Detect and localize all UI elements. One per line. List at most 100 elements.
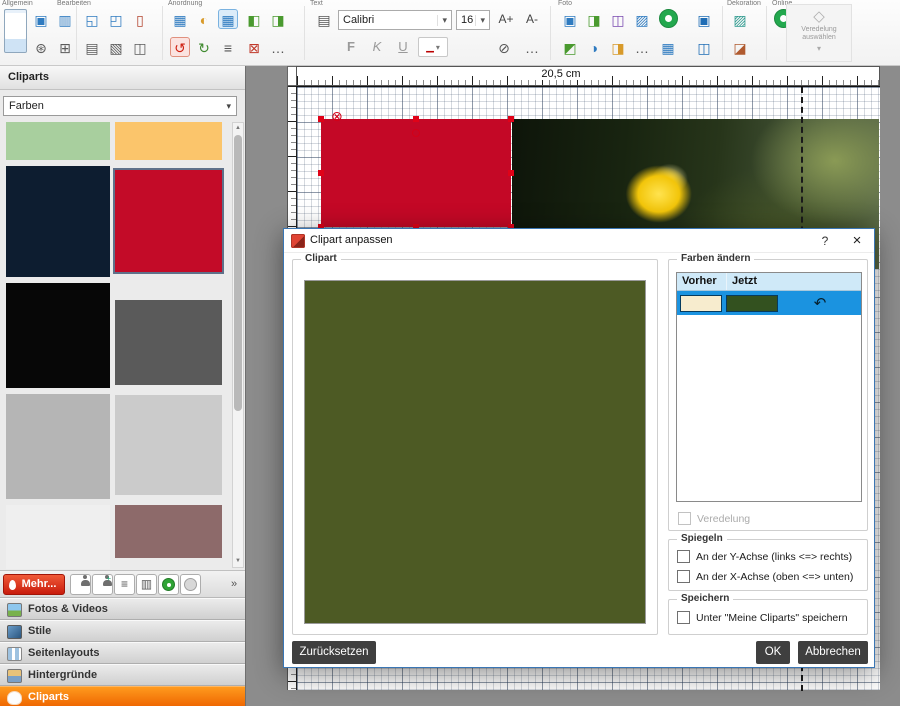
mirror-x-checkbox[interactable]: An der X-Achse (oben <=> unten): [677, 570, 853, 583]
sidebar-item-hintergruende[interactable]: Hintergründe: [0, 664, 245, 686]
transform-icon[interactable]: ◐: [194, 9, 214, 29]
undo-color-icon[interactable]: ↶: [782, 291, 858, 315]
more-options-icon[interactable]: …: [268, 37, 288, 57]
photo-tint-icon[interactable]: ◨: [608, 37, 628, 57]
resize-handle[interactable]: [508, 170, 514, 176]
scrollbar-thumb[interactable]: [234, 135, 242, 411]
add-page-icon[interactable]: ▣: [31, 9, 51, 29]
duplicate-icon[interactable]: ◰: [106, 9, 126, 29]
ok-button[interactable]: OK: [756, 641, 790, 664]
clipart-swatch-light-gray[interactable]: [115, 395, 222, 495]
veredelung-picker[interactable]: ◇ Veredelung auswählen ▾: [786, 4, 852, 62]
resize-handle[interactable]: [413, 116, 419, 122]
clipart-swatch-dark-navy[interactable]: [6, 166, 110, 277]
clipart-category-select[interactable]: Farben ▾: [3, 96, 237, 116]
column-view-button[interactable]: ▥: [136, 574, 157, 595]
clipart-swatch-light-green[interactable]: [6, 122, 110, 160]
clipart-swatch-orange[interactable]: [115, 122, 222, 160]
resize-handle[interactable]: [318, 170, 324, 176]
grid-toggle-icon[interactable]: ▦: [218, 9, 238, 29]
text-frame-icon[interactable]: ▤: [314, 9, 334, 29]
checkbox-box[interactable]: [677, 550, 690, 563]
no-style-icon[interactable]: ⊘: [494, 37, 514, 57]
ornament-icon[interactable]: ◪: [730, 37, 750, 57]
undo-icon[interactable]: ↺: [170, 37, 190, 57]
underline-button[interactable]: U: [392, 37, 414, 57]
checkbox-box[interactable]: [678, 512, 691, 525]
settings-gear-icon[interactable]: ⊛: [31, 37, 51, 57]
font-color-picker[interactable]: ▁ ▾: [418, 37, 448, 57]
color-row-selected[interactable]: ↶: [677, 291, 861, 315]
mirror-y-checkbox[interactable]: An der Y-Achse (links <=> rechts): [677, 550, 852, 563]
more-text-options-icon[interactable]: …: [522, 37, 542, 57]
delete-object-icon[interactable]: ⊠: [244, 37, 264, 57]
sidebar-item-seitenlayouts[interactable]: Seitenlayouts: [0, 642, 245, 664]
trash-icon[interactable]: ▯: [130, 9, 150, 29]
more-cliparts-button[interactable]: Mehr...: [3, 574, 65, 595]
selected-clipart-rect[interactable]: ⊗: [321, 119, 511, 227]
photo-edit-icon[interactable]: ◩: [560, 37, 580, 57]
pages-icon[interactable]: ▥: [55, 9, 75, 29]
resize-handle[interactable]: [318, 116, 324, 122]
clipboard-icon[interactable]: ▧: [106, 37, 126, 57]
more-photo-options-icon[interactable]: …: [632, 37, 652, 57]
italic-button[interactable]: K: [366, 37, 388, 57]
photo-frame-icon[interactable]: ▣: [560, 9, 580, 29]
font-larger-button[interactable]: A+: [494, 9, 518, 29]
help-button[interactable]: ?: [816, 232, 834, 250]
screen-preview-icon[interactable]: ◫: [694, 37, 714, 57]
expand-toolbar-button[interactable]: »: [227, 574, 241, 595]
online-share-icon[interactable]: [659, 9, 678, 28]
jetzt-color-swatch[interactable]: [726, 295, 778, 312]
scroll-down-icon[interactable]: ▼: [233, 556, 243, 567]
photo-grid-icon[interactable]: ▦: [658, 37, 678, 57]
photo-collage-icon[interactable]: ▨: [632, 9, 652, 29]
cancel-button[interactable]: Abbrechen: [798, 641, 868, 664]
add-person-button[interactable]: +: [92, 574, 113, 595]
paste-icon[interactable]: ▤: [82, 37, 102, 57]
erase-icon[interactable]: ◫: [130, 37, 150, 57]
clipart-swatch-black[interactable]: [6, 283, 110, 388]
sidebar-scrollbar[interactable]: ▲ ▼: [232, 122, 244, 568]
new-document-icon[interactable]: [4, 9, 27, 53]
photo-effect-icon[interactable]: ◨: [584, 9, 604, 29]
scroll-up-icon[interactable]: ▲: [233, 123, 243, 134]
monitor-icon[interactable]: ▣: [694, 9, 714, 29]
bold-button[interactable]: F: [340, 37, 362, 57]
delete-handle-icon[interactable]: ⊗: [331, 109, 343, 123]
clipart-swatch-mauve[interactable]: [115, 505, 222, 558]
font-smaller-button[interactable]: A-: [520, 9, 544, 29]
sidebar-item-cliparts[interactable]: Cliparts: [0, 686, 245, 706]
checkbox-box[interactable]: [677, 611, 690, 624]
clipart-swatch-mid-gray[interactable]: [6, 394, 110, 499]
rotate-handle[interactable]: [412, 129, 420, 137]
redo-icon[interactable]: ↻: [194, 37, 214, 57]
reset-button[interactable]: Zurücksetzen: [292, 641, 376, 664]
neutral-filter-button[interactable]: [180, 574, 201, 595]
align-icon[interactable]: ≡: [218, 37, 238, 57]
sidebar-item-stile[interactable]: Stile: [0, 620, 245, 642]
layers-icon[interactable]: ◧: [244, 9, 264, 29]
clipart-swatch-red[interactable]: [115, 170, 222, 272]
clipart-swatch-off-white[interactable]: [6, 505, 110, 569]
photo-rotate-icon[interactable]: ◑: [584, 37, 604, 57]
vorher-color-swatch[interactable]: [680, 295, 722, 312]
table-icon[interactable]: ▦: [170, 9, 190, 29]
checkbox-box[interactable]: [677, 570, 690, 583]
list-view-button[interactable]: ≡: [114, 574, 135, 595]
dialog-titlebar[interactable]: Clipart anpassen ? ×: [284, 229, 874, 253]
save-to-my-cliparts-checkbox[interactable]: Unter "Meine Cliparts" speichern: [677, 611, 848, 624]
resize-handle[interactable]: [508, 116, 514, 122]
clipart-swatch-dark-gray[interactable]: [115, 300, 222, 385]
sidebar-item-fotos-videos[interactable]: Fotos & Videos: [0, 598, 245, 620]
tools-icon[interactable]: ⊞: [55, 37, 75, 57]
close-icon[interactable]: ×: [848, 231, 866, 251]
veredelung-checkbox[interactable]: Veredelung: [678, 512, 750, 525]
font-size-select[interactable]: 16 ▾: [456, 10, 490, 30]
photo-mask-icon[interactable]: ◫: [608, 9, 628, 29]
approved-filter-button[interactable]: [158, 574, 179, 595]
flip-icon[interactable]: ◨: [268, 9, 288, 29]
search-person-button[interactable]: [70, 574, 91, 595]
decoration-icon[interactable]: ▨: [730, 9, 750, 29]
copy-icon[interactable]: ◱: [82, 9, 102, 29]
